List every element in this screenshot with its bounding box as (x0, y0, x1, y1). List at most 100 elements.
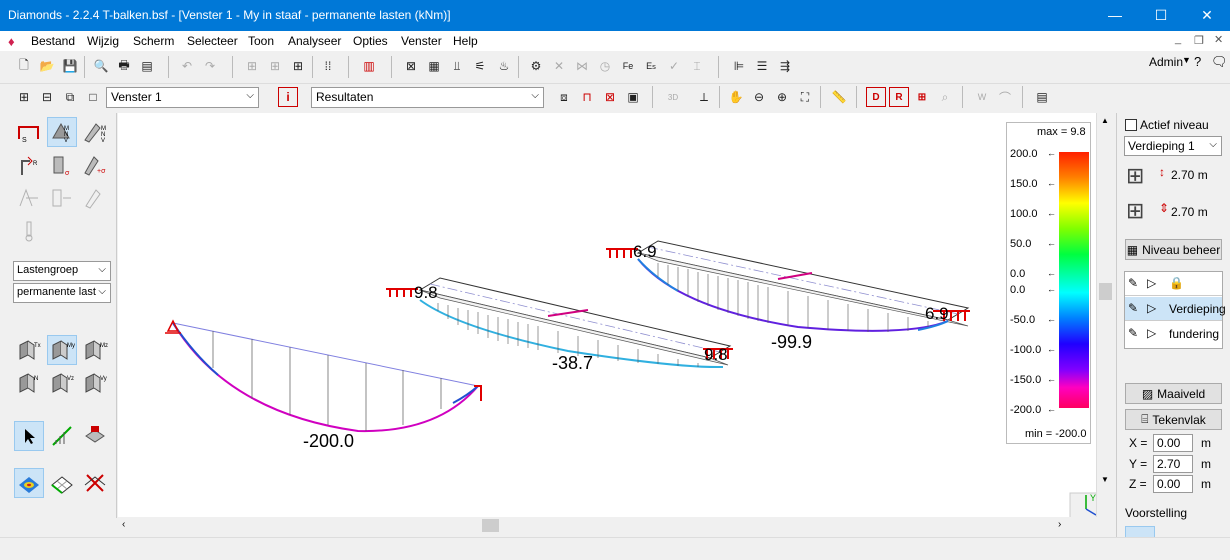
visibility-icon[interactable]: ▷ (1147, 301, 1156, 315)
loadcase-select[interactable]: permanente last ⌵ (13, 283, 111, 303)
minimize-button[interactable]: — (1092, 0, 1138, 31)
select-line-icon[interactable] (47, 421, 77, 451)
print-preview-icon[interactable]: 🔍 (91, 56, 111, 76)
horizontal-scrollbar[interactable]: ‹ › (118, 517, 1078, 534)
drawing-canvas[interactable]: -200.0 9.8 -38.7 9.8 6.9 -99.9 6.9 Y (118, 113, 1107, 528)
stress-plus-icon[interactable]: +σ (80, 150, 110, 180)
menu-venster[interactable]: Venster (401, 34, 442, 48)
layer-row-fundering[interactable]: ✎ ▷ fundering (1125, 322, 1222, 346)
menu-analyseer[interactable]: Analyseer (288, 34, 341, 48)
grid-frame-icon[interactable]: ⊞ (242, 56, 262, 76)
align-icon[interactable]: ⊫ (729, 56, 749, 76)
horizontal-scroll-thumb[interactable] (482, 519, 499, 532)
diagonal-icon[interactable]: ⋈ (572, 56, 592, 76)
vz-component-icon[interactable]: Vz (47, 368, 77, 398)
scroll-right-icon[interactable]: › (1058, 519, 1061, 530)
vy-component-icon[interactable]: Vy (80, 368, 110, 398)
vertical-scrollbar[interactable]: ▲ ▼ (1096, 113, 1113, 517)
zoom-out-icon[interactable]: ⊖ (749, 87, 769, 107)
diagram-icon[interactable]: ⊞ (912, 87, 932, 107)
help-pointer-icon[interactable]: ? (1194, 54, 1201, 69)
thermometer-icon[interactable] (14, 216, 44, 246)
mdi-close-icon[interactable]: ✕ (1214, 33, 1223, 46)
section-icon[interactable]: ⊠ (401, 56, 421, 76)
beam-1[interactable]: -200.0 (165, 319, 482, 451)
node-grid-icon[interactable]: ⁞⁞ (318, 56, 338, 76)
fe-icon[interactable]: Fe (618, 56, 638, 76)
save-icon[interactable]: 💾 (60, 56, 80, 76)
check-icon[interactable]: ✓ (664, 56, 684, 76)
remove-window-icon[interactable]: ⊟ (37, 87, 57, 107)
menu-scherm[interactable]: Scherm (133, 34, 174, 48)
print-icon[interactable]: 🖶 (114, 56, 134, 76)
resultaten-select[interactable]: Resultaten ⌵ (311, 87, 544, 108)
forces-mnv-alt-icon[interactable]: MNV (80, 117, 110, 147)
section-check-icon[interactable] (47, 183, 77, 213)
select-area-icon[interactable] (80, 421, 110, 451)
fire-icon[interactable]: ♨ (494, 56, 514, 76)
tekenvlak-button[interactable]: ⌸ Tekenvlak (1125, 409, 1222, 430)
layer-row-verdieping[interactable]: ✎ ▷ Verdieping (1125, 297, 1226, 321)
verdieping-select[interactable]: Verdieping 1 ⌵ (1124, 136, 1222, 156)
menu-wijzig[interactable]: Wijzig (87, 34, 119, 48)
redo-icon[interactable]: ↷ (200, 56, 220, 76)
zoom-in-icon[interactable]: ⊕ (772, 87, 792, 107)
vertical-scroll-thumb[interactable] (1099, 283, 1112, 300)
n-component-icon[interactable]: N (14, 368, 44, 398)
scroll-down-icon[interactable]: ▼ (1101, 475, 1109, 484)
axes-icon[interactable]: ⟂ (694, 87, 714, 107)
undo-icon[interactable]: ↶ (177, 56, 197, 76)
calculator-icon[interactable]: ▦ (424, 56, 444, 76)
mdi-restore-icon[interactable]: ❐ (1194, 34, 1204, 47)
word-icon[interactable]: W (972, 87, 992, 107)
info-button[interactable]: i (278, 87, 298, 107)
actief-niveau-checkbox[interactable] (1125, 119, 1137, 131)
member-check-icon[interactable] (14, 183, 44, 213)
results-mode4-icon[interactable]: ▣ (623, 87, 643, 107)
scroll-left-icon[interactable]: ‹ (122, 519, 125, 530)
maaiveld-button[interactable]: ▨ Maaiveld (1125, 383, 1222, 404)
close-button[interactable]: ✕ (1184, 0, 1230, 31)
visibility-icon[interactable]: ▷ (1147, 326, 1156, 340)
es-icon[interactable]: Es (641, 56, 661, 76)
search-doc-icon[interactable]: ⌕ (935, 87, 955, 107)
cascade-windows-icon[interactable]: ⧉ (60, 87, 80, 107)
new-file-icon[interactable]: 🗋 (14, 56, 34, 76)
color-legend-icon[interactable]: ▥ (359, 56, 379, 76)
frame-icon[interactable]: ⊞ (288, 56, 308, 76)
menu-help[interactable]: Help (453, 34, 478, 48)
user-dropdown-icon[interactable]: ▼ (1182, 55, 1191, 65)
maximize-button[interactable]: ☐ (1138, 0, 1184, 31)
plate-grid-icon[interactable] (47, 468, 77, 498)
chart-icon[interactable]: ⌒ (995, 87, 1015, 107)
support-icon[interactable]: ⫫ (447, 56, 467, 76)
window-blank-icon[interactable]: □ (83, 87, 103, 107)
pencil-icon[interactable]: ✎ (1128, 301, 1138, 315)
menu-bestand[interactable]: Bestand (31, 34, 75, 48)
deflection-icon[interactable]: S (14, 117, 44, 147)
results-mode3-icon[interactable]: ⊠ (600, 87, 620, 107)
settings-icon[interactable]: ⚙ (526, 56, 546, 76)
results-mode1-icon[interactable]: ⧈ (554, 87, 574, 107)
scroll-up-icon[interactable]: ▲ (1101, 116, 1109, 125)
pan-hand-icon[interactable]: ✋ (726, 87, 746, 107)
add-window-icon[interactable]: ⊞ (14, 87, 34, 107)
reaction-forces-icon[interactable]: R (14, 150, 44, 180)
plate-cross-icon[interactable] (80, 468, 110, 498)
forces-mnv-icon[interactable]: MNV (47, 117, 77, 147)
zoom-extents-icon[interactable]: ⛶ (795, 87, 815, 107)
export-icon[interactable]: ⇶ (775, 56, 795, 76)
d-report-icon[interactable]: D (866, 87, 886, 107)
measure-ruler-icon[interactable]: 📏 (829, 87, 849, 107)
venster-select[interactable]: Venster 1 ⌵ (106, 87, 259, 108)
r-report-icon[interactable]: R (889, 87, 909, 107)
y-coordinate-field[interactable]: 2.70 (1153, 455, 1193, 473)
z-coordinate-field[interactable]: 0.00 (1153, 475, 1193, 493)
grid-frame2-icon[interactable]: ⊞ (265, 56, 285, 76)
user-label[interactable]: Admin (1149, 55, 1183, 69)
mdi-minimize-icon[interactable]: _ (1175, 33, 1181, 45)
view-3d-icon[interactable]: 3D (663, 87, 683, 107)
tx-component-icon[interactable]: Tx (14, 335, 44, 365)
menu-selecteer[interactable]: Selecteer (187, 34, 238, 48)
comment-icon[interactable]: 🗨 (1211, 54, 1228, 70)
